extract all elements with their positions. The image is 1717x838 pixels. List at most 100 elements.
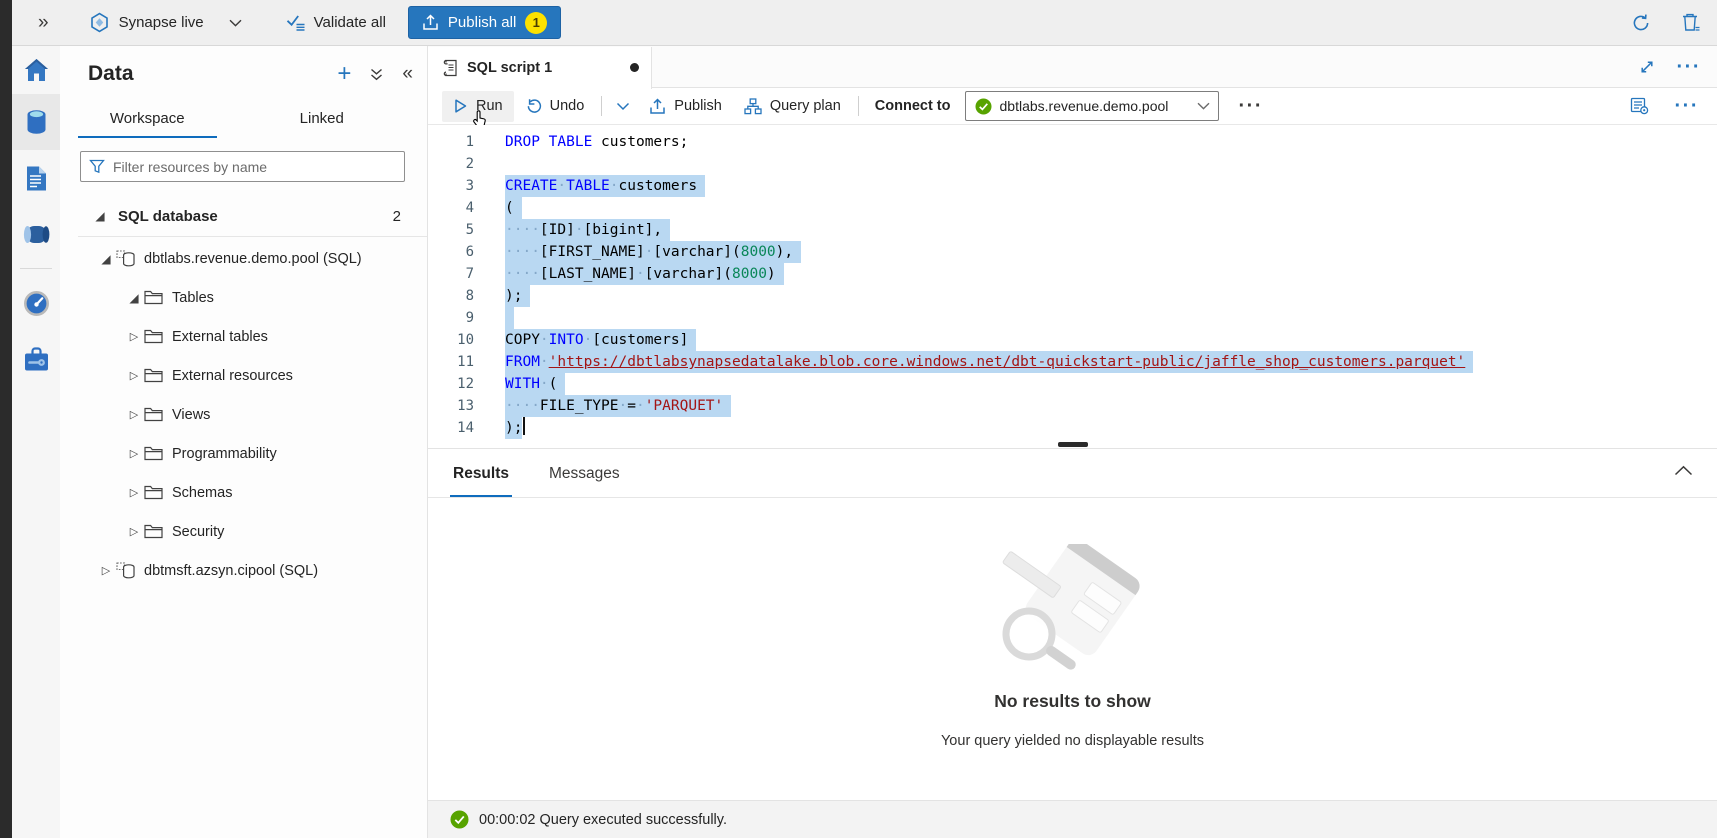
publish-all-button[interactable]: Publish all 1 xyxy=(408,6,561,39)
code-line-3[interactable]: 3 CREATE·TABLE·customers xyxy=(428,175,1717,197)
manage-icon xyxy=(23,347,50,372)
code-line-5[interactable]: 5····[ID]·[bigint], xyxy=(428,219,1717,241)
collapse-panel-icon[interactable]: « xyxy=(402,63,413,85)
undo-button[interactable]: Undo xyxy=(514,91,596,122)
tree-node-dbtlabs-revenue-demo-pool-sql[interactable]: ◢dbtlabs.revenue.demo.pool (SQL) xyxy=(60,239,427,278)
expand-topbar-icon[interactable]: » xyxy=(38,12,49,34)
code-line-8[interactable]: 8); xyxy=(428,285,1717,307)
run-button[interactable]: Run xyxy=(442,91,514,122)
splitter-handle[interactable] xyxy=(1058,442,1088,447)
refresh-icon[interactable] xyxy=(1631,13,1651,33)
tree-node-security[interactable]: ▷Security xyxy=(60,512,427,551)
sidebar-item-data[interactable] xyxy=(12,94,60,150)
expand-arrow-icon[interactable]: ▷ xyxy=(124,447,144,460)
data-icon xyxy=(24,109,49,136)
validate-all-button[interactable]: Validate all xyxy=(286,14,386,31)
activity-bar xyxy=(12,46,60,838)
tree-node-sql-database[interactable]: ◢ SQL database 2 xyxy=(60,198,427,234)
tab-results[interactable]: Results xyxy=(450,465,512,497)
line-number: 4 xyxy=(428,197,474,219)
toolbar-more-icon[interactable]: ··· xyxy=(1239,101,1263,111)
tab-linked[interactable]: Linked xyxy=(253,102,392,138)
sql-editor[interactable]: 1DROP TABLE customers;23 CREATE·TABLE·cus… xyxy=(428,125,1717,442)
panel-title: Data xyxy=(88,62,134,86)
results-tab-bar: Results Messages xyxy=(428,449,1717,498)
tree-node-external-tables[interactable]: ▷External tables xyxy=(60,317,427,356)
tree-node-views[interactable]: ▷Views xyxy=(60,395,427,434)
code-line-12[interactable]: 12 WITH·( xyxy=(428,373,1717,395)
expand-arrow-icon[interactable]: ▷ xyxy=(96,564,116,577)
trash-icon[interactable] xyxy=(1681,12,1701,33)
resource-tree: ◢ SQL database 2 ◢dbtlabs.revenue.demo.p… xyxy=(60,198,427,590)
collapse-arrow-icon[interactable]: ◢ xyxy=(124,291,144,305)
tree-node-programmability[interactable]: ▷Programmability xyxy=(60,434,427,473)
query-plan-button[interactable]: Query plan xyxy=(733,91,852,122)
tab-more-options-icon[interactable]: ··· xyxy=(1677,62,1701,72)
expand-arrow-icon[interactable]: ▷ xyxy=(124,369,144,382)
sidebar-item-manage[interactable] xyxy=(12,331,60,387)
publish-button[interactable]: Publish xyxy=(638,91,733,122)
results-panel: Results Messages xyxy=(428,448,1717,800)
code-line-11[interactable]: 11FROM·'https://dbtlabsynapsedatalake.bl… xyxy=(428,351,1717,373)
double-chevron-down-icon[interactable] xyxy=(369,67,384,82)
tree-node-schemas[interactable]: ▷Schemas xyxy=(60,473,427,512)
undo-icon xyxy=(525,98,542,114)
properties-icon[interactable] xyxy=(1630,97,1649,115)
environment-picker[interactable]: Synapse live xyxy=(89,12,242,33)
editor-workspace: SQL script 1 ··· xyxy=(428,46,1717,838)
code-line-7[interactable]: 7····[LAST_NAME]·[varchar](8000) xyxy=(428,263,1717,285)
toolbar-divider xyxy=(858,96,859,116)
expand-arrow-icon[interactable]: ▷ xyxy=(124,408,144,421)
tree-node-label: Tables xyxy=(172,290,214,306)
tab-sql-script-1[interactable]: SQL script 1 xyxy=(428,47,652,89)
expand-arrow-icon[interactable]: ▷ xyxy=(124,525,144,538)
editor-more-options-icon[interactable]: ··· xyxy=(1675,101,1699,111)
run-options-chevron-icon[interactable] xyxy=(608,102,638,111)
home-icon xyxy=(23,58,50,82)
expand-arrow-icon[interactable]: ▷ xyxy=(124,486,144,499)
code-line-6[interactable]: 6····[FIRST_NAME]·[varchar](8000), xyxy=(428,241,1717,263)
success-check-icon xyxy=(450,810,469,829)
sidebar-item-monitor[interactable] xyxy=(12,275,60,331)
code-line-9[interactable]: 9 xyxy=(428,307,1717,329)
selection-highlight: CREATE·TABLE·customers xyxy=(505,175,705,197)
query-plan-label: Query plan xyxy=(770,98,841,114)
code-line-13[interactable]: 13····FILE_TYPE·=·'PARQUET' xyxy=(428,395,1717,417)
tab-workspace[interactable]: Workspace xyxy=(78,102,217,138)
selection-highlight: ····[ID]·[bigint], xyxy=(505,219,670,241)
line-number: 13 xyxy=(428,395,474,417)
line-number: 3 xyxy=(428,175,474,197)
integrate-icon xyxy=(22,223,51,246)
expand-arrow-icon[interactable]: ▷ xyxy=(124,330,144,343)
line-number: 14 xyxy=(428,417,474,439)
tree-node-external-resources[interactable]: ▷External resources xyxy=(60,356,427,395)
filter-resources-input[interactable] xyxy=(80,151,405,182)
code-line-14[interactable]: 14); xyxy=(428,417,1717,439)
code-line-2[interactable]: 2 xyxy=(428,153,1717,175)
tree-node-tables[interactable]: ◢ Tables xyxy=(60,278,427,317)
sql-script-icon xyxy=(442,59,458,77)
expand-editor-icon[interactable] xyxy=(1639,59,1655,75)
code-line-1[interactable]: 1DROP TABLE customers; xyxy=(428,131,1717,153)
collapse-results-icon[interactable] xyxy=(1674,463,1693,481)
pool-selector-dropdown[interactable]: dbtlabs.revenue.demo.pool xyxy=(965,91,1219,121)
selection-highlight: ); xyxy=(505,417,522,439)
top-command-bar: » Synapse live Validate all xyxy=(12,0,1717,46)
code-line-10[interactable]: 10COPY·INTO·[customers] xyxy=(428,329,1717,351)
tree-node-dbtmsft-azsyn-cipool-sql[interactable]: ▷dbtmsft.azsyn.cipool (SQL) xyxy=(60,551,427,590)
sidebar-item-integrate[interactable] xyxy=(12,206,60,262)
tab-messages[interactable]: Messages xyxy=(546,465,623,497)
tree-root-label: SQL database xyxy=(118,208,218,225)
add-resource-icon[interactable]: + xyxy=(337,64,351,84)
selection-highlight: WITH·( xyxy=(505,373,565,395)
results-splitter[interactable] xyxy=(428,442,1717,448)
collapse-arrow-icon[interactable]: ◢ xyxy=(90,209,110,223)
sidebar-item-home[interactable] xyxy=(12,46,60,94)
collapse-arrow-icon[interactable]: ◢ xyxy=(96,252,116,266)
code-line-4[interactable]: 4( xyxy=(428,197,1717,219)
selection-highlight: ····[FIRST_NAME]·[varchar](8000), xyxy=(505,241,801,263)
connected-pool-name: dbtlabs.revenue.demo.pool xyxy=(1000,98,1169,114)
undo-label: Undo xyxy=(550,98,585,114)
line-number: 12 xyxy=(428,373,474,395)
sidebar-item-develop[interactable] xyxy=(12,150,60,206)
